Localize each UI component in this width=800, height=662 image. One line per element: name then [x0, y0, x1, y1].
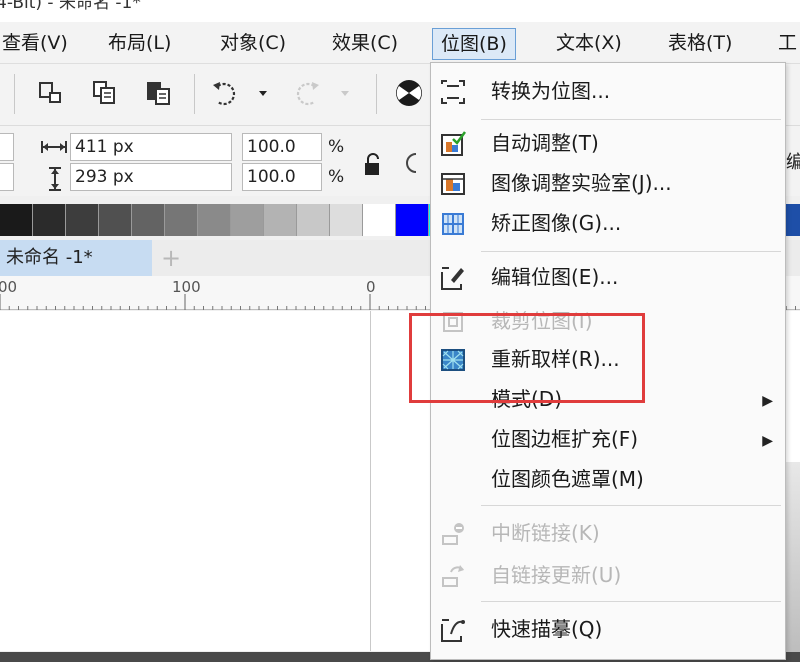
menu-item-label: 自动调整(T) — [491, 131, 599, 155]
color-swatch[interactable] — [99, 204, 132, 236]
menu-view[interactable]: 查看(V) — [0, 28, 76, 60]
document-tab[interactable]: 未命名 -1* — [0, 240, 152, 276]
menu-item-break-link[interactable]: 中断链接(K) — [431, 515, 785, 553]
menu-item-label: 位图颜色遮罩(M) — [491, 467, 644, 491]
color-swatch[interactable] — [132, 204, 165, 236]
menu-item-label: 矫正图像(G)... — [491, 211, 622, 235]
x-position-field[interactable] — [0, 133, 14, 161]
property-bar-clipped-label: 编 — [786, 152, 800, 173]
menu-separator — [481, 119, 781, 120]
submenu-arrow-icon: ▶ — [762, 433, 773, 449]
height-field[interactable]: 293 px — [70, 163, 232, 191]
ruler-label: 0 — [366, 278, 376, 296]
scale-x-field[interactable]: 100.0 — [242, 133, 322, 161]
menu-item-convert-to-bitmap[interactable]: 转换为位图... — [431, 73, 785, 111]
color-swatch[interactable] — [330, 204, 363, 236]
menu-item-auto-adjust[interactable]: 自动调整(T) — [431, 125, 785, 163]
copy-icon[interactable] — [88, 76, 122, 110]
ruler-label: 100 — [172, 278, 201, 296]
quick-trace-icon — [441, 619, 465, 642]
title-bar: 4-Bit) - 未命名 -1* — [0, 0, 800, 22]
toolbar-separator — [194, 74, 195, 114]
lock-ratio-icon[interactable] — [362, 152, 384, 178]
color-swatch[interactable] — [396, 204, 429, 236]
edit-bitmap-icon — [441, 267, 464, 290]
straighten-image-icon — [442, 213, 464, 235]
color-swatch[interactable] — [66, 204, 99, 236]
scale-y-field[interactable]: 100.0 — [242, 163, 322, 191]
toolbar-separator — [376, 74, 377, 114]
menu-layout[interactable]: 布局(L) — [100, 28, 179, 60]
menu-item-label: 图像调整实验室(J)... — [491, 171, 672, 195]
auto-adjust-icon — [441, 131, 467, 156]
highlight-annotation — [409, 313, 645, 403]
menu-separator — [481, 601, 781, 602]
color-swatch[interactable] — [33, 204, 66, 236]
color-swatch[interactable] — [363, 204, 396, 236]
submenu-arrow-icon: ▶ — [762, 393, 773, 409]
color-swatch[interactable] — [0, 204, 33, 236]
menu-item-label: 编辑位图(E)... — [491, 265, 619, 289]
menu-tools[interactable]: 工 — [770, 28, 800, 60]
image-adjust-lab-icon — [441, 173, 465, 195]
menu-item-edit-bitmap[interactable]: 编辑位图(E)... — [431, 259, 785, 297]
corel-connect-icon[interactable] — [392, 76, 426, 110]
color-swatch[interactable] — [297, 204, 330, 236]
menu-bar: 查看(V) 布局(L) 对象(C) 效果(C) 位图(B) 文本(X) 表格(T… — [0, 22, 800, 64]
menu-item-image-adjustment-lab[interactable]: 图像调整实验室(J)... — [431, 165, 785, 203]
paste-icon[interactable] — [142, 76, 176, 110]
color-swatch[interactable] — [786, 204, 800, 236]
menu-text[interactable]: 文本(X) — [548, 28, 630, 60]
width-icon — [41, 141, 67, 153]
menu-item-bitmap-border-expand[interactable]: 位图边框扩充(F) ▶ — [431, 421, 785, 459]
width-field[interactable]: 411 px — [70, 133, 232, 161]
menu-item-label: 转换为位图... — [491, 79, 611, 103]
scale-y-unit: % — [328, 167, 345, 187]
menu-item-bitmap-color-mask[interactable]: 位图颜色遮罩(M) — [431, 461, 785, 499]
menu-separator — [481, 251, 781, 252]
page-border — [370, 311, 371, 651]
menu-item-label: 快速描摹(Q) — [491, 617, 603, 641]
y-position-field[interactable] — [0, 163, 14, 191]
window-title: 4-Bit) - 未命名 -1* — [0, 0, 141, 13]
copy-properties-icon[interactable] — [34, 76, 68, 110]
color-swatch[interactable] — [231, 204, 264, 236]
undo-dropdown-icon[interactable] — [250, 76, 284, 110]
menu-table[interactable]: 表格(T) — [660, 28, 740, 60]
break-link-icon — [442, 523, 464, 545]
menu-item-label: 自链接更新(U) — [491, 563, 622, 587]
undo-icon[interactable] — [208, 76, 242, 110]
menu-object[interactable]: 对象(C) — [212, 28, 294, 60]
convert-bitmap-icon — [441, 80, 465, 104]
redo-dropdown-icon[interactable] — [332, 76, 366, 110]
height-icon — [49, 167, 61, 191]
toolbar-separator — [14, 74, 15, 114]
menu-bitmap[interactable]: 位图(B) — [432, 28, 516, 60]
rotate-icon[interactable] — [406, 150, 418, 176]
scale-x-unit: % — [328, 137, 345, 157]
menu-separator — [481, 505, 781, 506]
menu-item-label: 位图边框扩充(F) — [491, 427, 639, 451]
menu-item-label: 中断链接(K) — [491, 521, 600, 545]
menu-item-quick-trace[interactable]: 快速描摹(Q) — [431, 611, 785, 649]
color-swatch[interactable] — [198, 204, 231, 236]
menu-item-update-from-link[interactable]: 自链接更新(U) — [431, 557, 785, 595]
update-link-icon — [442, 565, 464, 587]
color-swatch[interactable] — [264, 204, 297, 236]
menu-effects[interactable]: 效果(C) — [324, 28, 406, 60]
redo-icon[interactable] — [290, 76, 324, 110]
menu-item-straighten-image[interactable]: 矫正图像(G)... — [431, 205, 785, 243]
ruler-label: 00 — [0, 278, 18, 296]
color-swatch[interactable] — [165, 204, 198, 236]
add-tab-icon[interactable]: + — [156, 240, 186, 276]
